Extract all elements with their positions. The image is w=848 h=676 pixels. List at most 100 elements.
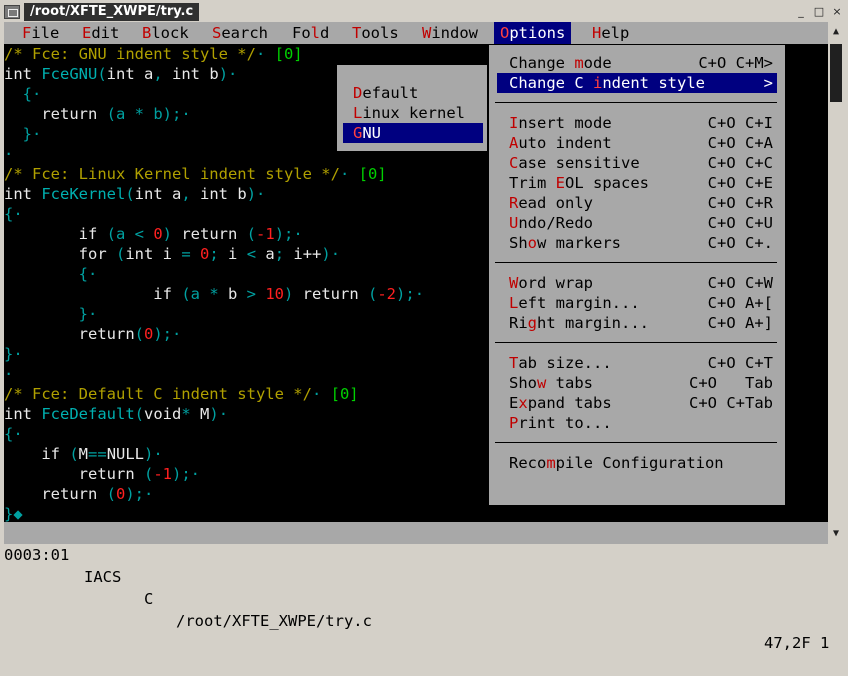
menu-block-text: lock [151, 24, 189, 42]
options-item-change-c-indent-style-text: Change C [509, 74, 593, 92]
menu-block[interactable]: Block [136, 22, 195, 44]
options-item-tab-size[interactable]: Tab size... C+O C+T [497, 353, 777, 373]
code-line: }· [4, 304, 98, 324]
indent-option-gnu-text: NU [362, 124, 382, 142]
line-info: 47,2F 1 [764, 634, 830, 652]
code-token: < [246, 245, 266, 263]
code-token: ( [106, 485, 116, 503]
scroll-up-icon[interactable]: ▲ [828, 24, 844, 40]
menu-fold[interactable]: Fold [286, 22, 335, 44]
code-token: · [218, 405, 229, 423]
options-item-undo-redo[interactable]: Undo/Redo C+O C+U [497, 213, 777, 233]
options-item-trim-eol-spaces-text: OL spaces [565, 174, 650, 192]
scroll-down-icon[interactable]: ▼ [828, 526, 844, 542]
cursor-position: 0003:01 [4, 546, 70, 564]
options-item-recompile-configuration-text: Reco [509, 454, 547, 472]
indent-option-default[interactable]: Default [343, 83, 483, 103]
options-item-undo-redo-label: Undo/Redo [509, 213, 593, 233]
code-token: == [88, 445, 107, 463]
code-token: FceDefault [41, 405, 135, 423]
code-token: if [4, 445, 70, 463]
code-token: [0] [358, 165, 387, 183]
indent-option-gnu[interactable]: GNU [343, 123, 483, 143]
menu-file-hotkey: F [22, 24, 32, 42]
code-token: b) [153, 105, 172, 123]
options-item-change-c-indent-style[interactable]: Change C indent style > [497, 73, 777, 93]
editor-screen[interactable]: File Edit Block Search Fold Tools Window Option… [4, 22, 829, 652]
options-item-auto-indent[interactable]: Auto indent C+O C+A [497, 133, 777, 153]
menu-help[interactable]: Help [586, 22, 635, 44]
menu-fold-text: Fo [292, 24, 311, 42]
scroll-thumb[interactable] [830, 44, 842, 102]
app-icon[interactable] [4, 5, 20, 19]
minimize-button[interactable]: _ [794, 5, 808, 19]
app-window: /root/XFTE_XWPE/try.c _ □ × File Edit Bloc… [0, 0, 848, 652]
code-line: int FceDefault(void* M)· [4, 404, 228, 424]
code-token: · [181, 105, 191, 123]
code-token: ); [125, 485, 145, 503]
code-token: · [88, 265, 98, 283]
options-item-trim-eol-spaces[interactable]: Trim EOL spaces C+O C+E [497, 173, 777, 193]
indent-option-linux-kernel[interactable]: Linux kernel [343, 103, 483, 123]
title-bar[interactable]: /root/XFTE_XWPE/try.c _ □ × [0, 2, 848, 22]
code-token: ) [162, 225, 182, 243]
menu-window[interactable]: Window [416, 22, 484, 44]
indent-option-default-hotkey: D [353, 84, 363, 102]
code-token: 0 [200, 245, 210, 263]
menu-options[interactable]: Options [494, 22, 572, 44]
code-token: /* Fce: Default C indent style */ [4, 385, 312, 403]
edit-mode: IACS [84, 568, 122, 586]
menu-edit[interactable]: Edit [76, 22, 125, 44]
options-item-expand-tabs-text: pand tabs [527, 394, 612, 412]
options-item-show-tabs[interactable]: Show tabs C+O Tab [497, 373, 777, 393]
options-item-left-margin[interactable]: Left margin... C+O A+[ [497, 293, 777, 313]
code-line: {· [4, 424, 23, 444]
options-item-print-to-hotkey: P [509, 414, 519, 432]
options-item-recompile-configuration[interactable]: Recompile Configuration [497, 453, 777, 473]
options-item-show-markers[interactable]: Show markers C+O C+. [497, 233, 777, 253]
options-item-print-to[interactable]: Print to... [497, 413, 777, 433]
shortcut-label: C+O C+E [707, 174, 773, 192]
code-token: · [4, 365, 14, 383]
code-line: return (a * b);· [4, 104, 191, 124]
code-token: 0 [153, 225, 163, 243]
options-item-expand-tabs[interactable]: Expand tabs C+O C+Tab [497, 393, 777, 413]
options-item-case-sensitive[interactable]: Case sensitive C+O C+C [497, 153, 777, 173]
code-token: return [4, 485, 107, 503]
code-token: M [78, 445, 89, 463]
options-item-insert-mode-hotkey: I [509, 114, 519, 132]
code-token: ( [69, 445, 79, 463]
menu-separator [495, 262, 777, 264]
code-token: a [265, 245, 275, 263]
options-item-word-wrap[interactable]: Word wrap C+O C+W [497, 273, 777, 293]
code-token: ) [246, 185, 257, 203]
close-button[interactable]: × [830, 5, 844, 19]
window-title: /root/XFTE_XWPE/try.c [24, 3, 200, 21]
options-item-show-tabs-text: tabs [546, 374, 594, 392]
options-item-insert-mode-text: nsert mode [518, 114, 612, 132]
options-item-right-margin-text: ht margin... [537, 314, 649, 332]
options-item-expand-tabs-label: Expand tabs [509, 393, 612, 413]
options-item-change-mode-hotkey: m [574, 54, 584, 72]
options-item-change-mode[interactable]: Change mode C+O C+M> [497, 53, 777, 73]
code-token: { [4, 205, 14, 223]
options-item-left-margin-label: Left margin... [509, 293, 640, 313]
menu-edit-hotkey: E [82, 24, 92, 42]
code-token: return [4, 465, 144, 483]
indent-option-linux-kernel-hotkey: L [353, 104, 363, 122]
menu-tools[interactable]: Tools [346, 22, 405, 44]
options-item-change-c-indent-style-text: ndent style [602, 74, 705, 92]
maximize-button[interactable]: □ [812, 5, 826, 19]
code-line: for (int i = 0; i < a; i++)· [4, 244, 340, 264]
options-item-read-only[interactable]: Read only C+O C+R [497, 193, 777, 213]
code-token: /* Fce: Linux Kernel indent style */ [4, 165, 340, 183]
options-item-right-margin[interactable]: Right margin... C+O A+] [497, 313, 777, 333]
menu-fold-text: d [320, 24, 330, 42]
menu-file[interactable]: File [16, 22, 65, 44]
options-item-case-sensitive-hotkey: C [509, 154, 519, 172]
vertical-scrollbar[interactable]: ▲ ▼ [828, 22, 844, 544]
options-item-insert-mode[interactable]: Insert mode C+O C+I [497, 113, 777, 133]
code-token: ) [209, 405, 219, 423]
file-path: /root/XFTE_XWPE/try.c [176, 612, 372, 630]
menu-search[interactable]: Search [206, 22, 274, 44]
